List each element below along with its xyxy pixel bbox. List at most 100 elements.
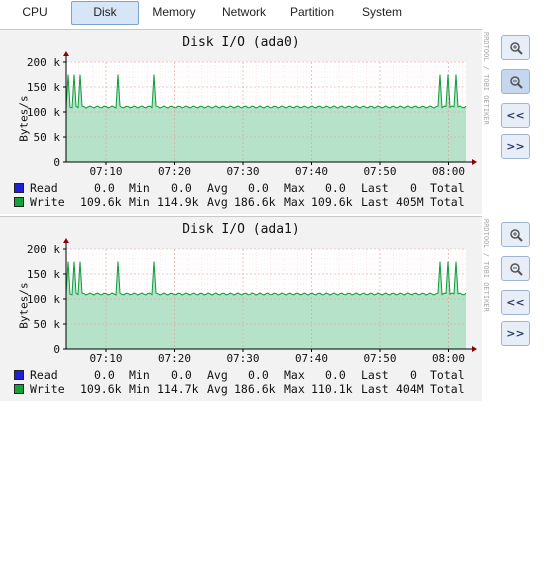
- legend-avg-label: Avg: [207, 181, 228, 195]
- legend: Read 0.0 Min 0.0 Avg 0.0 Max 0.0 Last 0 …: [14, 368, 465, 424]
- legend-read-min: 0.0: [171, 181, 192, 195]
- y-tick-label: 200 k: [27, 56, 60, 69]
- x-tick-label: 07:30: [226, 352, 259, 365]
- tab-network[interactable]: Network: [214, 1, 274, 23]
- y-tick-label: 150 k: [27, 268, 60, 281]
- legend-last-label: Last: [361, 368, 389, 382]
- graph-panel-ada0: Disk I/O (ada0) Bytes/s 200 k 150 k 100 k5…: [0, 29, 490, 214]
- scroll-forward-button[interactable]: >>: [501, 134, 530, 159]
- tab-cpu[interactable]: CPU: [12, 1, 58, 23]
- legend-read-avg: 0.0: [248, 368, 269, 382]
- x-tick-label: 07:30: [226, 165, 259, 178]
- zoom-in-button[interactable]: [501, 222, 530, 247]
- legend-avg-label: Avg: [207, 195, 228, 209]
- svg-text:RRDTOOL / TOBI OETIKER: RRDTOOL / TOBI OETIKER: [482, 219, 490, 313]
- svg-text:RRDTOOL / TOBI OETIKER: RRDTOOL / TOBI OETIKER: [482, 32, 490, 126]
- legend-avg-label: Avg: [207, 382, 228, 396]
- legend-read-min: 0.0: [171, 368, 192, 382]
- legend-max-label: Max: [284, 368, 305, 382]
- legend-last-label: Last: [361, 181, 389, 195]
- rrdtool-credit: RRDTOOL / TOBI OETIKER: [482, 219, 490, 313]
- y-axis-arrow: [63, 51, 69, 56]
- legend-write-last: 404M: [396, 382, 424, 396]
- legend-min-label: Min: [129, 368, 150, 382]
- tab-partition[interactable]: Partition: [284, 1, 340, 23]
- rrdtool-credit: RRDTOOL / TOBI OETIKER: [482, 32, 490, 126]
- legend-avg-label: Avg: [207, 368, 228, 382]
- y-tick-label: 0: [53, 343, 60, 356]
- legend-write-last: 405M: [396, 195, 424, 209]
- x-tick-label: 07:40: [295, 165, 328, 178]
- scroll-forward-button[interactable]: >>: [501, 321, 530, 346]
- x-tick-label: 07:10: [89, 165, 122, 178]
- legend-total-label: Total: [430, 368, 465, 382]
- legend-write-min: 114.9k: [157, 195, 199, 209]
- zoom-in-icon: [509, 41, 523, 55]
- y-tick-label: 150 k: [27, 81, 60, 94]
- read-swatch: [14, 370, 24, 380]
- legend-total-label: Total: [430, 195, 465, 209]
- x-tick-label: 08:00: [432, 352, 465, 365]
- legend-write-avg: 186.6k: [234, 382, 276, 396]
- legend-read-name: Read: [30, 368, 58, 382]
- y-tick-label: 100 k: [27, 106, 60, 119]
- legend-write-max: 110.1k: [311, 382, 353, 396]
- y-tick-label: 100 k: [27, 293, 60, 306]
- disk-io-chart-ada0: 200 k 150 k 100 k 50 k 0 07:10 07:20 07:30 07:40…: [27, 51, 477, 178]
- legend-write-name: Write: [30, 195, 65, 209]
- legend-min-label: Min: [129, 195, 150, 209]
- tab-bar: CPU Disk Memory Network Partition System: [0, 0, 552, 26]
- zoom-out-button[interactable]: [501, 69, 530, 94]
- write-swatch: [14, 197, 24, 207]
- legend-write-avg: 186.6k: [234, 195, 276, 209]
- legend-total-label: Total: [430, 382, 465, 396]
- x-axis-arrow: [472, 346, 477, 352]
- legend-row-write: Write 109.6k Min 114.7k Avg 186.6k Max 1…: [14, 382, 465, 396]
- x-tick-label: 07:50: [363, 352, 396, 365]
- legend-read-last: 0: [410, 368, 417, 382]
- x-tick-label: 08:00: [432, 165, 465, 178]
- legend-write-name: Write: [30, 382, 65, 396]
- tab-memory[interactable]: Memory: [145, 1, 203, 23]
- tab-disk[interactable]: Disk: [71, 1, 139, 25]
- zoom-out-icon: [509, 262, 523, 276]
- x-tick-label: 07:20: [158, 352, 191, 365]
- write-swatch: [14, 384, 24, 394]
- y-axis-arrow: [63, 238, 69, 243]
- zoom-in-icon: [509, 228, 523, 242]
- scroll-back-button[interactable]: <<: [501, 290, 530, 315]
- legend-read-last: 0: [410, 181, 417, 195]
- legend-max-label: Max: [284, 382, 305, 396]
- x-tick-label: 07:10: [89, 352, 122, 365]
- legend-write-current: 109.6k: [80, 382, 122, 396]
- graph-panel-ada1: Disk I/O (ada1) Bytes/s 200 k 150 k 100 k5…: [0, 216, 490, 401]
- x-tick-label: 07:40: [295, 352, 328, 365]
- legend-last-label: Last: [361, 382, 389, 396]
- tab-system[interactable]: System: [355, 1, 409, 23]
- scroll-back-button[interactable]: <<: [501, 103, 530, 128]
- legend-row-read: Read 0.0 Min 0.0 Avg 0.0 Max 0.0 Last 0 …: [14, 181, 465, 195]
- zoom-in-button[interactable]: [501, 35, 530, 60]
- x-tick-label: 07:20: [158, 165, 191, 178]
- legend-read-current: 0.0: [94, 181, 115, 195]
- legend-total-label: Total: [430, 181, 465, 195]
- legend-read-max: 0.0: [325, 368, 346, 382]
- legend-read-avg: 0.0: [248, 181, 269, 195]
- x-axis-arrow: [472, 159, 477, 165]
- y-tick-label: 50 k: [34, 131, 61, 144]
- zoom-out-button[interactable]: [501, 256, 530, 281]
- zoom-out-icon: [509, 75, 523, 89]
- legend-min-label: Min: [129, 181, 150, 195]
- legend-write-max: 109.6k: [311, 195, 353, 209]
- y-tick-label: 50 k: [34, 318, 61, 331]
- legend-read-name: Read: [30, 181, 58, 195]
- legend-last-label: Last: [361, 195, 389, 209]
- x-tick-label: 07:50: [363, 165, 396, 178]
- legend-read-max: 0.0: [325, 181, 346, 195]
- legend-row-read: Read 0.0 Min 0.0 Avg 0.0 Max 0.0 Last 0 …: [14, 368, 465, 382]
- read-swatch: [14, 183, 24, 193]
- legend-write-min: 114.7k: [157, 382, 199, 396]
- legend-row-write: Write 109.6k Min 114.9k Avg 186.6k Max 1…: [14, 195, 465, 209]
- disk-io-chart-ada1: 200 k 150 k 100 k 50 k 0 07:10 07:20 07:30 07:40…: [27, 238, 477, 365]
- legend-max-label: Max: [284, 181, 305, 195]
